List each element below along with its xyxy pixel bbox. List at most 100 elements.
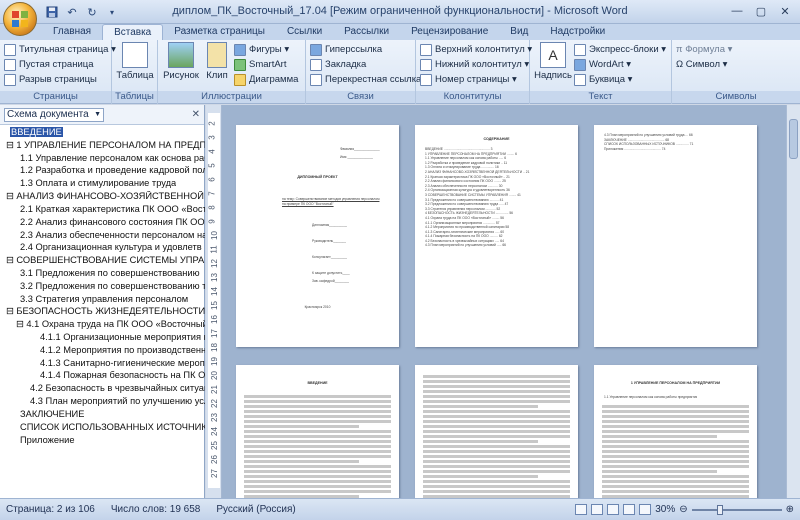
document-map-item[interactable]: 4.3 План мероприятий по улучшению услов <box>0 396 205 409</box>
document-map-item[interactable]: 4.1.3 Санитарно-гигиенические мероприя <box>0 358 205 371</box>
document-map-item[interactable]: 2.2 Анализ финансового состояния ПК ООО <box>0 217 205 230</box>
smartart-button[interactable]: SmartArt <box>234 57 298 72</box>
group-label-illustrations: Иллюстрации <box>158 91 305 103</box>
document-map-item[interactable]: 4.1.1 Организационные мероприятия по <box>0 332 205 345</box>
zoom-out-icon[interactable]: ⊖ <box>679 504 687 515</box>
print-layout-view-icon[interactable] <box>575 504 588 515</box>
text-line-bar <box>244 395 391 398</box>
tab-home[interactable]: Главная <box>42 24 102 40</box>
zoom-slider-knob[interactable] <box>716 504 723 515</box>
tab-view[interactable]: Вид <box>499 24 539 40</box>
page-contents-end[interactable]: 4.3 План мероприятий по улучшению услови… <box>594 125 757 347</box>
tab-addins[interactable]: Надстройки <box>539 24 616 40</box>
document-map-item[interactable]: 2.1 Краткая характеристика ПК ООО «Вост <box>0 204 205 217</box>
document-map-item[interactable]: ВВЕДЕНИЕ <box>0 127 205 140</box>
shapes-button[interactable]: Фигуры ▾ <box>234 42 298 57</box>
zoom-level[interactable]: 30% <box>655 504 675 515</box>
language-status[interactable]: Русский (Россия) <box>216 504 295 515</box>
tab-page-layout[interactable]: Разметка страницы <box>163 24 276 40</box>
document-workspace[interactable]: Фамилия______________ Имя ______________… <box>222 105 786 498</box>
document-map-item[interactable]: 3.1 Предложения по совершенствованию <box>0 268 205 281</box>
document-map-item[interactable]: ЗАКЛЮЧЕНИЕ <box>0 409 205 422</box>
page-title-field-1: Фамилия______________ <box>340 147 380 151</box>
footer-button[interactable]: Нижний колонтитул ▾ <box>420 57 529 72</box>
close-icon[interactable]: ✕ <box>192 109 200 120</box>
document-map-item[interactable]: 4.1.4 Пожарная безопасность на ПК ООО <box>0 370 205 383</box>
document-map-item[interactable]: 4.2 Безопасность в чрезвычайных ситуаци <box>0 383 205 396</box>
document-map-item[interactable]: 3.2 Предложения по совершенствованию тру <box>0 281 205 294</box>
document-map-item[interactable]: ⊟ БЕЗОПАСНОСТЬ ЖИЗНЕДЕЯТЕЛЬНОСТИ <box>0 306 205 319</box>
text-line-bar <box>423 385 570 388</box>
blank-page-button[interactable]: Пустая страница <box>4 57 107 72</box>
text-line-bar <box>423 440 538 443</box>
draft-view-icon[interactable] <box>639 504 652 515</box>
full-screen-view-icon[interactable] <box>591 504 604 515</box>
text-line-bar <box>244 400 391 403</box>
window-controls: — ▢ ✕ <box>726 2 796 20</box>
zoom-in-icon[interactable]: ⊕ <box>786 504 794 515</box>
document-map-item[interactable]: ⊟ 1 УПРАВЛЕНИЕ ПЕРСОНАЛОМ НА ПРЕДПРИЯТИИ <box>0 140 205 153</box>
tab-insert[interactable]: Вставка <box>102 24 164 40</box>
page-title[interactable]: Фамилия______________ Имя ______________… <box>236 125 399 347</box>
document-map-item[interactable]: 1.1 Управление персоналом как основа раб… <box>0 153 205 166</box>
group-header-footer: Верхний колонтитул ▾ Нижний колонтитул ▾… <box>416 40 532 104</box>
document-map-item[interactable]: ⊟ СОВЕРШЕНСТВОВАНИЕ СИСТЕМЫ УПРАВЛЕНИЯ <box>0 255 205 268</box>
page-body[interactable] <box>415 365 578 498</box>
document-map-item[interactable]: 2.3 Анализ обеспеченности персоналом на <box>0 230 205 243</box>
page-count[interactable]: Страница: 2 из 106 <box>6 504 95 515</box>
web-layout-view-icon[interactable] <box>607 504 620 515</box>
document-map-item[interactable]: ⊟ АНАЛИЗ ФИНАНСОВО-ХОЗЯЙСТВЕННОЙ ДЕЯТЕЛЬ… <box>0 191 205 204</box>
office-button[interactable] <box>3 2 37 36</box>
page-chapter1[interactable]: 1 УПРАВЛЕНИЕ ПЕРСОНАЛОМ НА ПРЕДПРИЯТИИ 1… <box>594 365 757 498</box>
document-map-item[interactable]: 2.4 Организационная культура и удовлетв <box>0 242 205 255</box>
text-line-bar <box>423 450 570 453</box>
zoom-slider[interactable] <box>691 504 782 515</box>
document-map-item[interactable]: СПИСОК ИСПОЛЬЗОВАННЫХ ИСТОЧНИКОВ <box>0 422 205 435</box>
outline-view-icon[interactable] <box>623 504 636 515</box>
group-text: A Надпись Экспресс-блоки ▾ WordArt ▾ Букв… <box>530 40 672 104</box>
quick-parts-button[interactable]: Экспресс-блоки ▾ <box>574 42 666 57</box>
equation-button[interactable]: π Формула ▾ <box>676 42 796 57</box>
document-map-item[interactable]: 1.2 Разработка и проведение кадровой пол… <box>0 165 205 178</box>
document-map-item[interactable]: ⊟ 4.1 Охрана труда на ПК ООО «Восточный» <box>0 319 205 332</box>
ruler-number: 6 <box>207 177 217 182</box>
bookmark-button[interactable]: Закладка <box>310 57 411 72</box>
text-line-bar <box>423 380 570 383</box>
cross-reference-button[interactable]: Перекрестная ссылка <box>310 72 421 87</box>
document-map-item[interactable]: 1.3 Оплата и стимулирование труда <box>0 178 205 191</box>
minimize-button[interactable]: — <box>726 2 748 20</box>
dropcap-button[interactable]: Буквица ▾ <box>574 72 666 87</box>
cover-page-button[interactable]: Титульная страница ▾ <box>4 42 116 57</box>
page-title-field-3: Дипломник__________ <box>312 223 348 227</box>
document-map-item[interactable]: 4.1.2 Мероприятия по производственно <box>0 345 205 358</box>
chart-button[interactable]: Диаграмма <box>234 72 298 87</box>
ruler-number: 18 <box>209 343 219 352</box>
maximize-button[interactable]: ▢ <box>750 2 772 20</box>
intro-heading: ВВЕДЕНИЕ <box>307 381 328 385</box>
document-map-dropdown[interactable]: Схема документа ▼ <box>4 107 104 122</box>
page-break-button[interactable]: Разрыв страницы <box>4 72 107 87</box>
word-count[interactable]: Число слов: 19 658 <box>111 504 201 515</box>
page-number-button[interactable]: Номер страницы ▾ <box>420 72 525 87</box>
hyperlink-button[interactable]: Гиперссылка <box>310 42 411 57</box>
text-line-bar <box>423 475 538 478</box>
header-button[interactable]: Верхний колонтитул ▾ <box>420 42 532 57</box>
chart-icon <box>234 73 246 86</box>
vertical-scrollbar[interactable] <box>786 105 800 498</box>
document-map-item[interactable]: 3.3 Стратегия управления персоналом <box>0 294 205 307</box>
tab-mailings[interactable]: Рассылки <box>333 24 400 40</box>
close-button[interactable]: ✕ <box>774 2 796 20</box>
wordart-button[interactable]: WordArt ▾ <box>574 57 666 72</box>
tab-review[interactable]: Рецензирование <box>400 24 499 40</box>
tab-references[interactable]: Ссылки <box>276 24 333 40</box>
page-contents[interactable]: СОДЕРЖАНИЕ ВВЕДЕНИЕ ....................… <box>415 125 578 347</box>
document-map-item[interactable]: Приложение <box>0 435 205 448</box>
page-intro[interactable]: ВВЕДЕНИЕ <box>236 365 399 498</box>
text-line-bar <box>244 445 391 448</box>
text-line-bar <box>423 490 570 493</box>
text-line-bar <box>423 425 570 428</box>
table-button[interactable]: Таблица <box>116 42 154 81</box>
scrollbar-thumb[interactable] <box>789 119 798 159</box>
symbol-button[interactable]: Ω Символ ▾ <box>676 57 796 72</box>
text-line-bar <box>244 440 391 443</box>
